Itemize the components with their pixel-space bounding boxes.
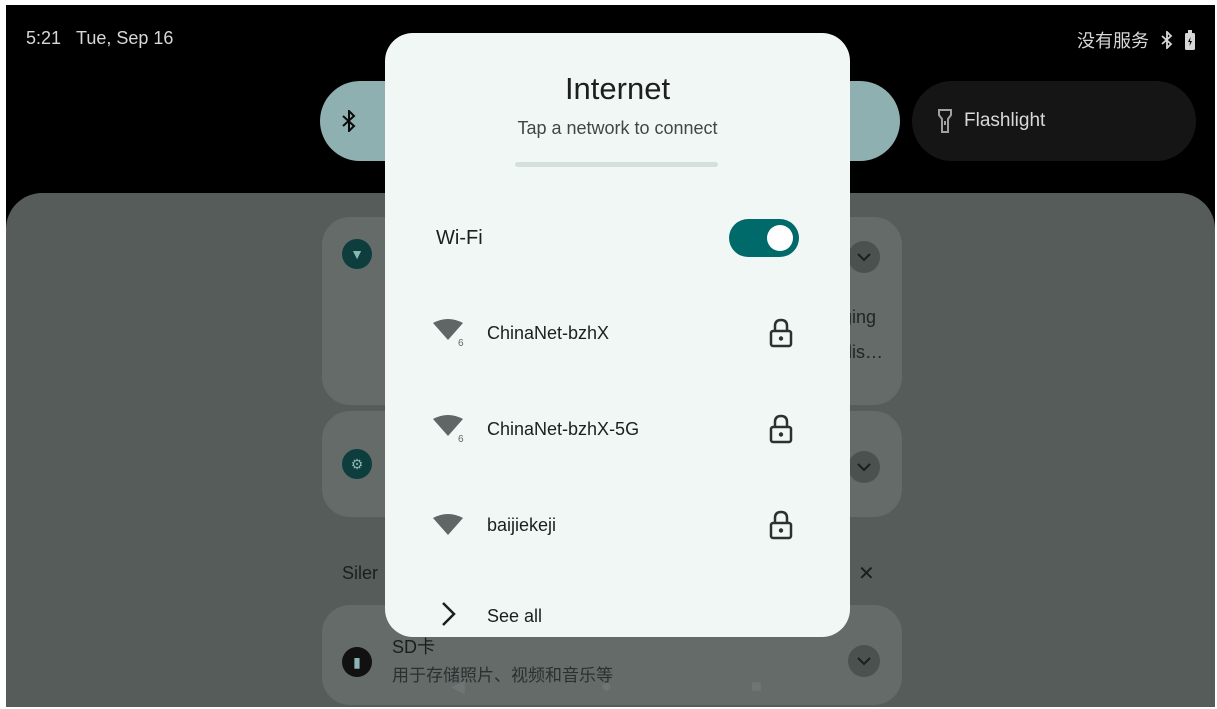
silent-section-header: Siler <box>342 563 379 583</box>
close-icon[interactable]: ✕ <box>858 561 875 586</box>
lock-icon <box>769 510 793 540</box>
network-item[interactable]: 6 ChinaNet-bzhX-5G <box>385 399 850 459</box>
internet-dialog: Internet Tap a network to connect Wi-Fi … <box>385 33 850 637</box>
bluetooth-icon <box>1161 31 1173 49</box>
scan-progress-bar <box>515 162 718 167</box>
settings-icon: ⚙ <box>342 449 372 479</box>
flashlight-label: Flashlight <box>964 110 1046 131</box>
network-name: baijiekeji <box>487 515 557 535</box>
dialog-subtitle: Tap a network to connect <box>517 118 718 138</box>
shield-icon: ▼ <box>342 239 372 269</box>
status-icons: 没有服务 <box>1077 27 1195 53</box>
toggle-knob <box>767 225 793 251</box>
flashlight-icon <box>938 109 952 133</box>
recents-icon[interactable]: ■ <box>751 676 762 697</box>
chevron-right-icon <box>442 602 456 626</box>
network-name: ChinaNet-bzhX-5G <box>487 419 640 439</box>
wifi-toggle-row[interactable]: Wi-Fi <box>385 213 850 263</box>
home-icon[interactable]: ● <box>601 676 612 697</box>
wifi-label: Wi-Fi <box>436 227 483 249</box>
wifi-icon: 6 <box>433 319 464 348</box>
network-item[interactable]: 6 ChinaNet-bzhX <box>385 303 850 363</box>
wifi-icon <box>433 514 463 535</box>
flashlight-tile[interactable]: Flashlight <box>912 81 1196 161</box>
wifi-icon: 6 <box>433 415 464 444</box>
network-badge: 6 <box>458 434 464 444</box>
back-icon[interactable]: ◀ <box>451 676 465 697</box>
chevron-down-icon[interactable] <box>848 241 880 273</box>
network-badge: 6 <box>458 338 464 348</box>
lock-icon <box>769 414 793 444</box>
bluetooth-icon <box>342 110 356 132</box>
dialog-title: Internet <box>564 71 671 106</box>
see-all-label: See all <box>487 606 543 626</box>
carrier-label: 没有服务 <box>1077 31 1149 51</box>
network-item[interactable]: baijiekeji <box>385 495 850 555</box>
status-date: Tue, Sep 16 <box>76 28 174 48</box>
battery-icon <box>1185 30 1195 50</box>
navigation-bar: ◀ ● ■ <box>6 668 1215 707</box>
see-all-button[interactable]: See all <box>385 593 850 637</box>
network-name: ChinaNet-bzhX <box>487 323 610 343</box>
chevron-down-icon[interactable] <box>848 451 880 483</box>
status-time: 5:21 <box>26 28 62 48</box>
device-screen: 5:21 Tue, Sep 16 没有服务 Flashlight ▼ ging … <box>6 5 1215 707</box>
wifi-toggle[interactable] <box>729 219 799 257</box>
lock-icon <box>769 318 793 348</box>
